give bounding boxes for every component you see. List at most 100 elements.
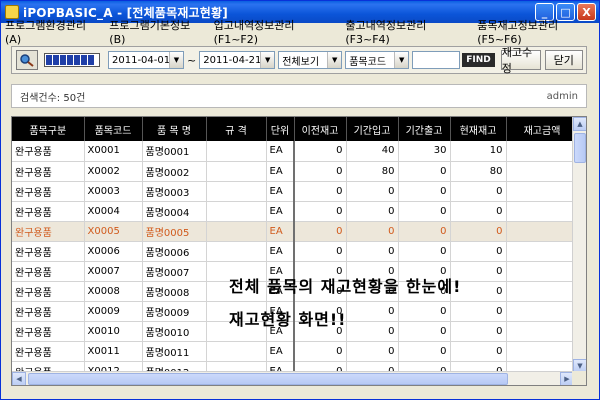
cell-unit: EA <box>266 141 295 162</box>
overlay-caption-line2: 재고현황 화면!! <box>229 310 347 329</box>
table-row[interactable]: 완구용품 X0005 품명0005 EA 0 0 0 0 <box>12 221 579 242</box>
cell-period-in: 0 <box>346 241 399 262</box>
date-from-value: 2011-04-01 <box>112 54 169 66</box>
cell-code: X0001 <box>84 141 143 162</box>
table-row[interactable]: 완구용품 X0002 품명0002 EA 0 80 0 80 <box>12 161 579 182</box>
cell-category: 완구용품 <box>12 261 85 282</box>
cell-stock-amount <box>506 221 579 242</box>
table-row[interactable]: 완구용품 X0006 품명0006 EA 0 0 0 0 <box>12 241 579 262</box>
main-window: iPOPBASIC_A - [전체품목재고현황] _ □ X 프로그램환경관리(… <box>0 0 600 400</box>
cell-spec <box>206 181 267 202</box>
search-input[interactable] <box>412 51 461 69</box>
scroll-up-icon[interactable]: ▲ <box>573 117 586 131</box>
cell-stock-amount <box>506 161 579 182</box>
menu-program-basic[interactable]: 프로그램기본정보(B) <box>109 17 203 46</box>
result-count: 검색건수: 50건 <box>20 92 86 104</box>
menu-outbound[interactable]: 출고내역정보관리(F3~F4) <box>345 17 467 46</box>
cell-category: 완구용품 <box>12 181 85 202</box>
cell-period-out: 0 <box>398 241 451 262</box>
cell-period-out: 0 <box>398 181 451 202</box>
cell-stock-amount <box>506 201 579 222</box>
date-to-value: 2011-04-21 <box>203 54 261 66</box>
table-row[interactable]: 완구용품 X0011 품명0011 EA 0 0 0 0 <box>12 341 579 362</box>
menu-inbound[interactable]: 입고내역정보관리(F1~F2) <box>214 17 336 46</box>
col-header-stock-amount[interactable]: 재고금액 <box>506 117 579 141</box>
cell-category: 완구용품 <box>12 201 85 222</box>
date-range-separator: ~ <box>187 53 197 67</box>
col-header-period-in[interactable]: 기간입고 <box>346 117 399 141</box>
cell-code: X0002 <box>84 161 143 182</box>
col-header-code[interactable]: 품목코드 <box>84 117 143 141</box>
cell-unit: EA <box>266 341 295 362</box>
chevron-down-icon[interactable]: ▼ <box>169 52 183 68</box>
scroll-left-icon[interactable]: ◀ <box>12 372 26 385</box>
edit-stock-button[interactable]: 재고수정 <box>500 46 541 75</box>
cell-name: 품명0002 <box>142 161 207 182</box>
cell-period-in: 0 <box>346 341 399 362</box>
date-from-picker[interactable]: 2011-04-01 ▼ <box>108 51 184 69</box>
cell-name: 품명0010 <box>142 321 207 342</box>
scrollbar-corner <box>572 371 586 385</box>
result-info-bar: 검색건수: 50건 admin <box>11 84 587 108</box>
stock-grid[interactable]: 품목구분 품목코드 품 목 명 규 격 단위 이전재고 기간입고 기간출고 현재… <box>11 116 587 386</box>
menu-program-env[interactable]: 프로그램환경관리(A) <box>5 17 99 46</box>
search-icon[interactable] <box>16 50 38 70</box>
cell-category: 완구용품 <box>12 301 85 322</box>
cell-period-out: 0 <box>398 341 451 362</box>
table-row[interactable]: 완구용품 X0004 품명0004 EA 0 0 0 0 <box>12 201 579 222</box>
vertical-scroll-thumb[interactable] <box>574 133 586 163</box>
cell-period-in: 40 <box>346 141 399 162</box>
cell-name: 품명0011 <box>142 341 207 362</box>
cell-current-stock: 80 <box>450 161 507 182</box>
table-row[interactable]: 완구용품 X0003 품명0003 EA 0 0 0 0 <box>12 181 579 202</box>
search-field-select[interactable]: 품목코드 ▼ <box>345 51 410 69</box>
cell-name: 품명0009 <box>142 301 207 322</box>
cell-code: X0007 <box>84 261 143 282</box>
cell-category: 완구용품 <box>12 281 85 302</box>
cell-prev-stock: 0 <box>294 141 347 162</box>
close-button[interactable]: 닫기 <box>544 50 583 70</box>
cell-period-in: 0 <box>346 201 399 222</box>
menu-bar: 프로그램환경관리(A) 프로그램기본정보(B) 입고내역정보관리(F1~F2) … <box>1 19 599 46</box>
horizontal-scrollbar[interactable]: ◀ ▶ <box>12 371 574 385</box>
col-header-prev-stock[interactable]: 이전재고 <box>294 117 347 141</box>
menu-item-stock[interactable]: 품목재고정보관리(F5~F6) <box>477 17 599 46</box>
cell-category: 완구용품 <box>12 341 85 362</box>
cell-stock-amount <box>506 181 579 202</box>
cell-spec <box>206 221 267 242</box>
cell-unit: EA <box>266 201 295 222</box>
cell-prev-stock: 0 <box>294 201 347 222</box>
cell-current-stock: 0 <box>450 201 507 222</box>
col-header-category[interactable]: 품목구분 <box>12 117 85 141</box>
user-name: admin <box>546 90 578 102</box>
table-row[interactable]: 완구용품 X0001 품명0001 EA 0 40 30 10 <box>12 141 579 162</box>
find-button[interactable]: FIND <box>462 53 495 67</box>
cell-current-stock: 0 <box>450 221 507 242</box>
cell-spec <box>206 341 267 362</box>
cell-unit: EA <box>266 241 295 262</box>
vertical-scrollbar[interactable]: ▲ ▼ <box>572 117 586 373</box>
cell-prev-stock: 0 <box>294 181 347 202</box>
view-mode-select[interactable]: 전체보기 ▼ <box>278 51 343 69</box>
col-header-spec[interactable]: 규 격 <box>206 117 267 141</box>
table-body: 완구용품 X0001 품명0001 EA 0 40 30 10 완구용품 X0002 품명0002 E… <box>12 141 579 382</box>
cell-stock-amount <box>506 141 579 162</box>
date-to-picker[interactable]: 2011-04-21 ▼ <box>199 51 276 69</box>
chevron-down-icon[interactable]: ▼ <box>327 52 342 68</box>
chevron-down-icon[interactable]: ▼ <box>394 52 409 68</box>
cell-prev-stock: 0 <box>294 241 347 262</box>
table-header-row: 품목구분 품목코드 품 목 명 규 격 단위 이전재고 기간입고 기간출고 현재… <box>12 117 579 141</box>
cell-period-out: 0 <box>398 221 451 242</box>
cell-code: X0005 <box>84 221 143 242</box>
chevron-down-icon[interactable]: ▼ <box>260 52 275 68</box>
cell-stock-amount <box>506 341 579 362</box>
col-header-period-out[interactable]: 기간출고 <box>398 117 451 141</box>
col-header-name[interactable]: 품 목 명 <box>142 117 207 141</box>
horizontal-scroll-thumb[interactable] <box>28 373 508 385</box>
progress-indicator <box>44 53 100 67</box>
col-header-unit[interactable]: 단위 <box>266 117 295 141</box>
cell-code: X0006 <box>84 241 143 262</box>
col-header-current-stock[interactable]: 현재재고 <box>450 117 507 141</box>
view-mode-value: 전체보기 <box>282 56 320 68</box>
cell-period-in: 80 <box>346 161 399 182</box>
